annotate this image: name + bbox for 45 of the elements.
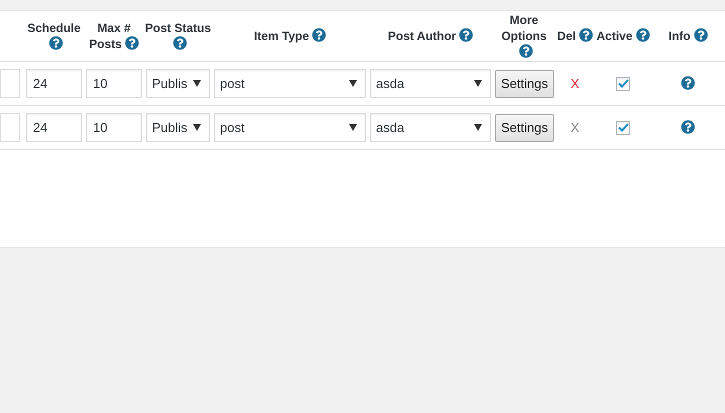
caret-icon [349, 80, 357, 87]
help-icon[interactable] [48, 36, 62, 50]
schedule-field[interactable]: 24 [26, 69, 82, 98]
post-author-select[interactable]: asda [370, 69, 491, 98]
post-status-select[interactable]: Publis [146, 113, 210, 142]
active-checkbox[interactable] [616, 120, 630, 134]
column-header: Active [596, 29, 633, 43]
help-icon[interactable] [518, 44, 532, 58]
delete-link[interactable]: X [570, 76, 580, 90]
column-header: Schedule [27, 21, 81, 35]
text-field[interactable] [0, 69, 20, 98]
column-header: Info [668, 29, 690, 43]
item-type-select[interactable]: post [214, 69, 366, 98]
help-icon[interactable] [694, 28, 708, 42]
post-author-select[interactable]: asda [370, 113, 491, 142]
max-posts-field[interactable]: 10 [86, 69, 142, 98]
checkmark-icon [618, 79, 628, 88]
caret-icon [193, 124, 201, 131]
active-checkbox[interactable] [616, 76, 630, 90]
item-type-select[interactable]: post [214, 113, 366, 142]
checkmark-icon [618, 123, 628, 132]
caret-icon [474, 80, 482, 87]
help-icon[interactable] [312, 28, 326, 42]
column-header: Del [557, 29, 576, 43]
help-icon[interactable] [578, 28, 593, 42]
schedule-field[interactable]: 24 [26, 113, 82, 142]
column-header: Max # Posts [89, 21, 131, 51]
post-status-select[interactable]: Publis [146, 69, 210, 98]
caret-icon [474, 124, 482, 131]
help-icon[interactable] [636, 28, 650, 42]
column-header: Post Author [388, 29, 456, 43]
column-header: Item Type [254, 29, 310, 43]
info-icon[interactable] [681, 120, 695, 134]
text-field[interactable] [0, 113, 20, 142]
column-header: Post Status [144, 21, 211, 35]
caret-icon [349, 124, 357, 131]
caret-icon [193, 80, 201, 87]
help-icon[interactable] [172, 36, 186, 50]
column-header: More Options [501, 13, 547, 43]
settings-button[interactable]: Settings [495, 70, 554, 98]
help-icon[interactable] [124, 36, 139, 50]
help-icon[interactable] [459, 28, 474, 42]
max-posts-field[interactable]: 10 [86, 113, 142, 142]
info-icon[interactable] [681, 76, 695, 90]
settings-button[interactable]: Settings [495, 114, 554, 142]
